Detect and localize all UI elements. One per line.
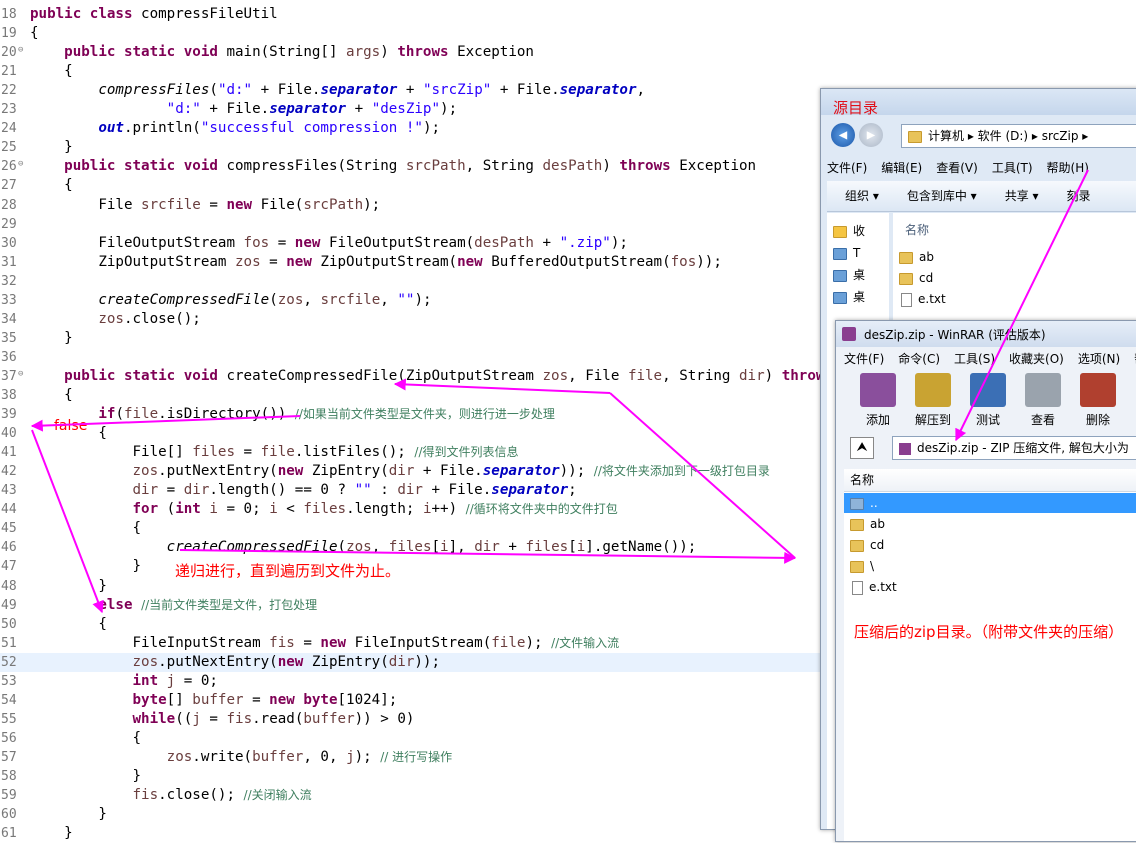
annotation-arrows <box>30 169 1089 614</box>
arrow-to-else <box>31 429 104 614</box>
arrow-false-branch <box>30 415 301 432</box>
arrow-help-to-zip <box>955 169 1089 442</box>
arrow-to-method-name <box>393 378 611 394</box>
arrow-recursive-call <box>179 549 797 564</box>
arrow-back-to-method <box>609 392 796 559</box>
